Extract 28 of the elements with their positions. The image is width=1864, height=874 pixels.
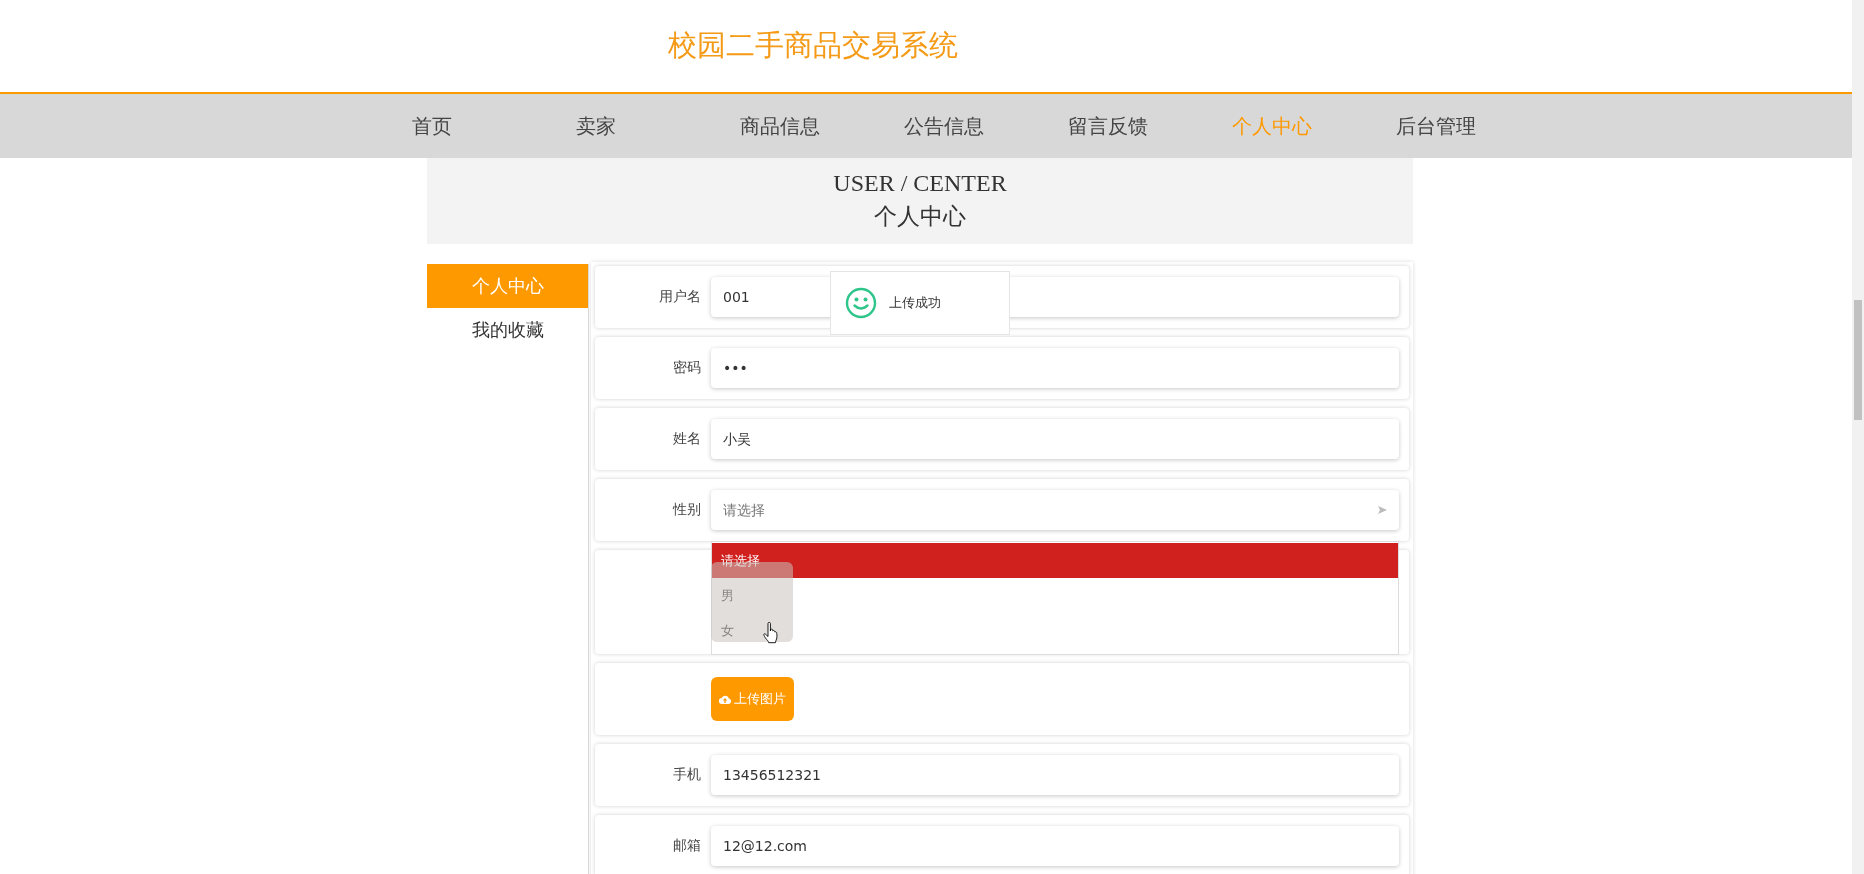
input-field[interactable]: ••• xyxy=(711,348,1399,388)
nav-link[interactable]: 公告信息 xyxy=(904,112,1068,140)
select-field[interactable]: 请选择 xyxy=(711,490,1399,530)
cloud-upload-icon xyxy=(719,694,731,704)
input-field[interactable]: 13456512321 xyxy=(711,755,1399,795)
banner-subtitle: 个人中心 xyxy=(874,202,966,231)
field-label: 手机 xyxy=(672,766,702,784)
nav-link[interactable]: 留言反馈 xyxy=(1068,112,1232,140)
nav-link[interactable]: 首页 xyxy=(412,112,576,140)
scrollbar-thumb[interactable] xyxy=(1854,300,1862,420)
field-label: 邮箱 xyxy=(672,837,702,855)
toast-text: 上传成功 xyxy=(889,294,941,312)
field-label: 性别 xyxy=(671,501,702,519)
input-field[interactable]: 小吴 xyxy=(711,419,1399,459)
nav-link[interactable]: 卖家 xyxy=(576,112,740,140)
nav-link[interactable]: 后台管理 xyxy=(1396,112,1560,140)
sidebar-item[interactable]: 我的收藏 xyxy=(427,308,588,352)
field-label: 姓名 xyxy=(672,430,702,448)
dropdown-option[interactable]: 请选择 xyxy=(712,543,1398,578)
field-label: 用户名 xyxy=(658,288,702,306)
field-label: 密码 xyxy=(672,359,702,377)
hand-cursor-icon xyxy=(763,622,779,644)
input-field[interactable]: 12@12.com xyxy=(711,826,1399,866)
smiley-icon xyxy=(845,287,877,319)
banner-title: USER / CENTER xyxy=(833,170,1007,197)
dropdown-arrow-icon xyxy=(1378,506,1387,514)
site-title: 校园二手商品交易系统 xyxy=(668,27,958,64)
nav-link[interactable]: 商品信息 xyxy=(740,112,904,140)
